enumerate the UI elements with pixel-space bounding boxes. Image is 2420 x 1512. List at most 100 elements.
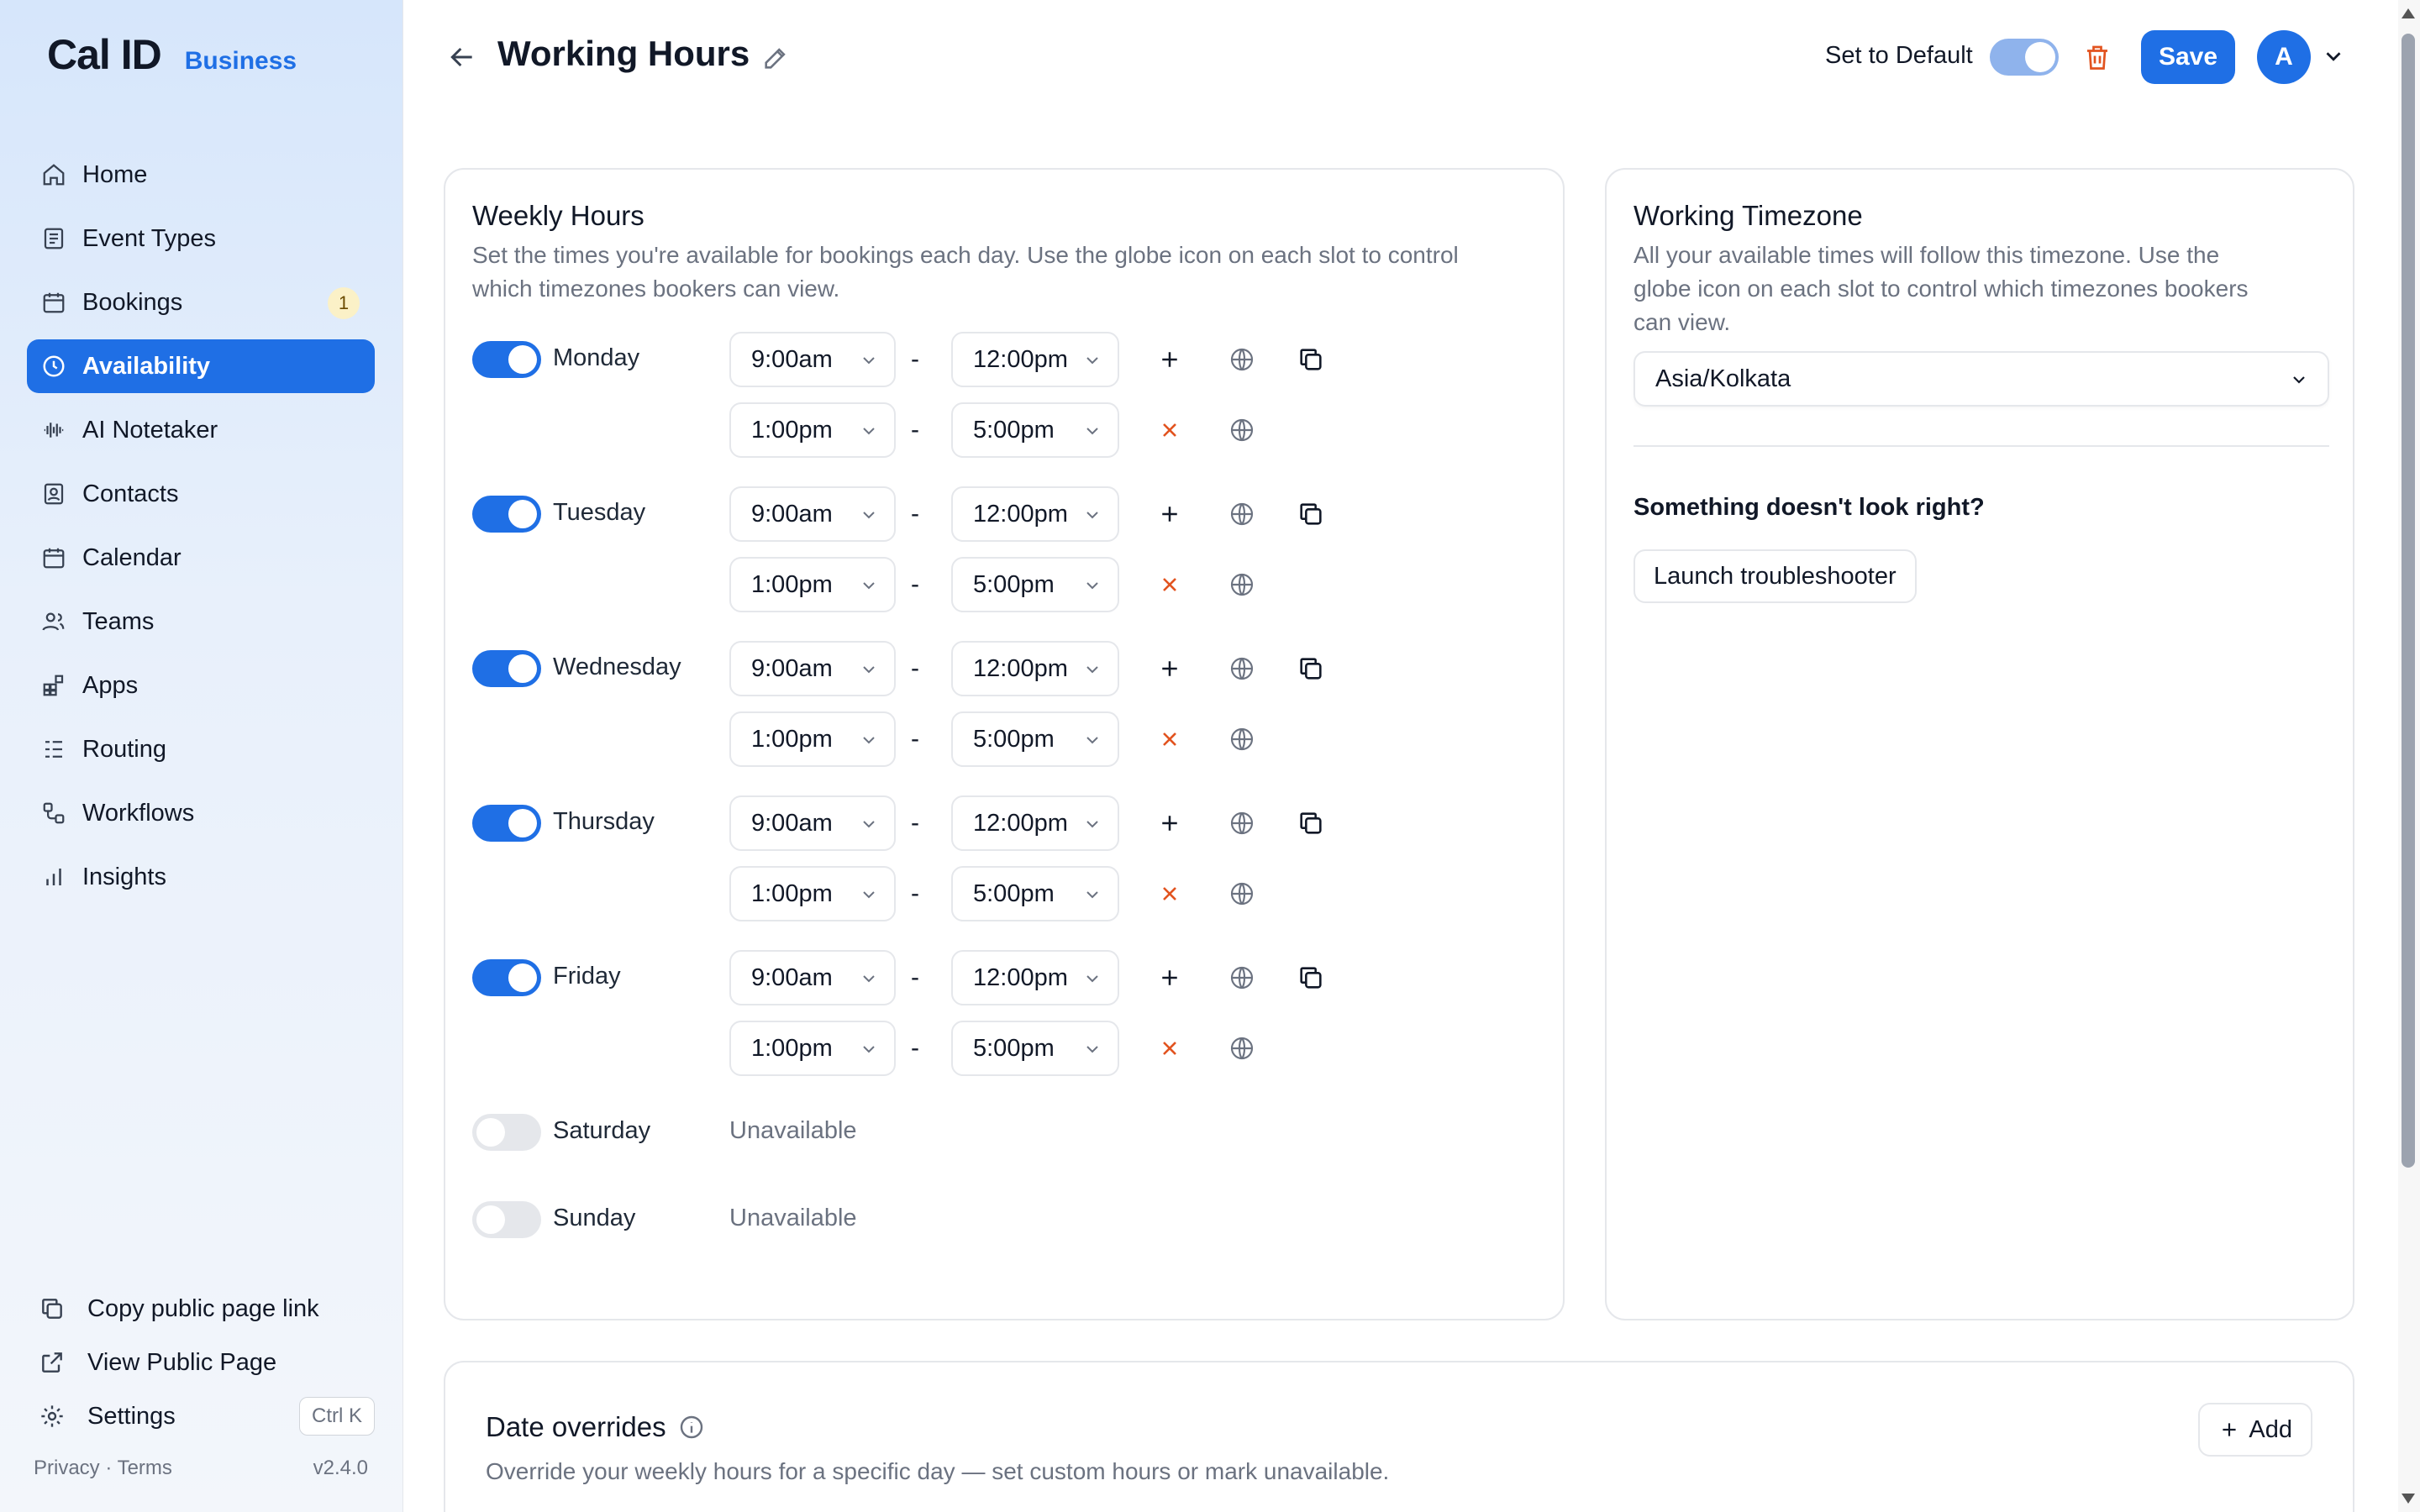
copy-public-link-button[interactable]: Copy public page link — [27, 1282, 375, 1336]
sunday-toggle[interactable] — [472, 1201, 541, 1238]
sidebar-item-insights[interactable]: Insights — [27, 850, 375, 904]
waveform-icon — [39, 415, 69, 445]
close-icon[interactable] — [1153, 722, 1186, 756]
day-name: Sunday — [553, 1205, 636, 1231]
plus-icon[interactable] — [1153, 343, 1186, 376]
set-default-toggle[interactable] — [1990, 39, 2059, 76]
globe-icon[interactable] — [1225, 568, 1259, 601]
add-override-button[interactable]: Add — [2198, 1403, 2312, 1457]
scrollbar-thumb[interactable] — [2402, 34, 2415, 1168]
info-icon[interactable] — [678, 1414, 705, 1441]
start-time-select[interactable]: 1:00pm — [729, 866, 896, 921]
trash-icon[interactable] — [2082, 42, 2112, 72]
sidebar-bottom: Copy public page link View Public Page S… — [27, 1282, 375, 1443]
brand-logo[interactable]: Cal ID Business — [47, 30, 297, 79]
plus-icon[interactable] — [1153, 652, 1186, 685]
plus-icon[interactable] — [1153, 961, 1186, 995]
globe-icon[interactable] — [1225, 343, 1259, 376]
copy-icon[interactable] — [1294, 343, 1328, 376]
globe-icon[interactable] — [1225, 806, 1259, 840]
end-time-select[interactable]: 5:00pm — [951, 866, 1119, 921]
end-time-select[interactable]: 5:00pm — [951, 1021, 1119, 1076]
weekly-hours-card: Weekly Hours Set the times you're availa… — [444, 168, 1565, 1320]
sidebar-item-availability[interactable]: Availability — [27, 339, 375, 393]
timezone-select[interactable]: Asia/Kolkata — [1634, 351, 2329, 407]
view-public-page-link[interactable]: View Public Page — [27, 1336, 375, 1389]
start-time-select[interactable]: 1:00pm — [729, 557, 896, 612]
end-time-select-value: 12:00pm — [973, 500, 1068, 528]
close-icon[interactable] — [1153, 877, 1186, 911]
copy-icon[interactable] — [1294, 806, 1328, 840]
chevron-down-icon[interactable] — [2321, 44, 2346, 69]
start-time-select[interactable]: 9:00am — [729, 641, 896, 696]
weekly-hours-title: Weekly Hours — [472, 200, 644, 231]
start-time-select[interactable]: 1:00pm — [729, 711, 896, 767]
date-overrides-heading: Date overrides — [486, 1411, 705, 1443]
scroll-down-arrow[interactable] — [2402, 1494, 2415, 1504]
close-icon[interactable] — [1153, 1032, 1186, 1065]
sidebar-item-contacts[interactable]: Contacts — [27, 467, 375, 521]
save-button[interactable]: Save — [2141, 30, 2235, 84]
globe-icon[interactable] — [1225, 961, 1259, 995]
end-time-select-value: 5:00pm — [973, 725, 1055, 753]
copy-icon[interactable] — [1294, 497, 1328, 531]
app-version: v2.4.0 — [313, 1457, 368, 1479]
start-time-select[interactable]: 1:00pm — [729, 1021, 896, 1076]
globe-icon[interactable] — [1225, 877, 1259, 911]
thursday-toggle[interactable] — [472, 805, 541, 842]
unavailable-label: Unavailable — [729, 1205, 857, 1231]
globe-icon[interactable] — [1225, 1032, 1259, 1065]
monday-toggle[interactable] — [472, 341, 541, 378]
sidebar-item-event-types[interactable]: Event Types — [27, 212, 375, 265]
globe-icon[interactable] — [1225, 413, 1259, 447]
friday-toggle[interactable] — [472, 959, 541, 996]
event-types-icon — [39, 223, 69, 254]
end-time-select[interactable]: 5:00pm — [951, 402, 1119, 458]
end-time-select[interactable]: 12:00pm — [951, 486, 1119, 542]
end-time-select[interactable]: 12:00pm — [951, 641, 1119, 696]
vertical-scrollbar[interactable] — [2398, 0, 2420, 1512]
globe-icon[interactable] — [1225, 652, 1259, 685]
globe-icon[interactable] — [1225, 722, 1259, 756]
sidebar-item-home[interactable]: Home — [27, 148, 375, 202]
plus-icon[interactable] — [1153, 497, 1186, 531]
settings-link[interactable]: Settings Ctrl K — [27, 1389, 375, 1443]
wednesday-toggle[interactable] — [472, 650, 541, 687]
sidebar-item-ai-notetaker[interactable]: AI Notetaker — [27, 403, 375, 457]
copy-icon — [37, 1294, 67, 1324]
end-time-select[interactable]: 5:00pm — [951, 711, 1119, 767]
globe-icon[interactable] — [1225, 497, 1259, 531]
start-time-select[interactable]: 1:00pm — [729, 402, 896, 458]
start-time-select[interactable]: 9:00am — [729, 950, 896, 1005]
sidebar-item-calendar[interactable]: Calendar — [27, 531, 375, 585]
sidebar-item-bookings[interactable]: Bookings 1 — [27, 276, 375, 329]
chevron-down-icon — [859, 1039, 879, 1059]
copy-icon[interactable] — [1294, 961, 1328, 995]
external-link-icon — [37, 1347, 67, 1378]
start-time-select[interactable]: 9:00am — [729, 486, 896, 542]
privacy-terms-links[interactable]: Privacy · Terms — [34, 1457, 172, 1480]
saturday-toggle[interactable] — [472, 1114, 541, 1151]
close-icon[interactable] — [1153, 568, 1186, 601]
end-time-select[interactable]: 5:00pm — [951, 557, 1119, 612]
sidebar-item-workflows[interactable]: Workflows — [27, 786, 375, 840]
day-row-sunday: Sunday Unavailable — [472, 1186, 1548, 1253]
sidebar-item-teams[interactable]: Teams — [27, 595, 375, 648]
copy-icon[interactable] — [1294, 652, 1328, 685]
tuesday-toggle[interactable] — [472, 496, 541, 533]
close-icon[interactable] — [1153, 413, 1186, 447]
avatar[interactable]: A — [2257, 30, 2311, 84]
back-arrow-icon[interactable] — [445, 40, 479, 74]
end-time-select[interactable]: 12:00pm — [951, 795, 1119, 851]
end-time-select[interactable]: 12:00pm — [951, 950, 1119, 1005]
start-time-select[interactable]: 9:00am — [729, 332, 896, 387]
launch-troubleshooter-button[interactable]: Launch troubleshooter — [1634, 549, 1917, 603]
start-time-select[interactable]: 9:00am — [729, 795, 896, 851]
pencil-icon[interactable] — [761, 44, 790, 72]
sidebar-item-routing[interactable]: Routing — [27, 722, 375, 776]
end-time-select[interactable]: 12:00pm — [951, 332, 1119, 387]
plus-icon[interactable] — [1153, 806, 1186, 840]
page-header: Working Hours Set to Default Save A — [403, 0, 2420, 118]
scroll-up-arrow[interactable] — [2402, 8, 2415, 18]
sidebar-item-apps[interactable]: Apps — [27, 659, 375, 712]
